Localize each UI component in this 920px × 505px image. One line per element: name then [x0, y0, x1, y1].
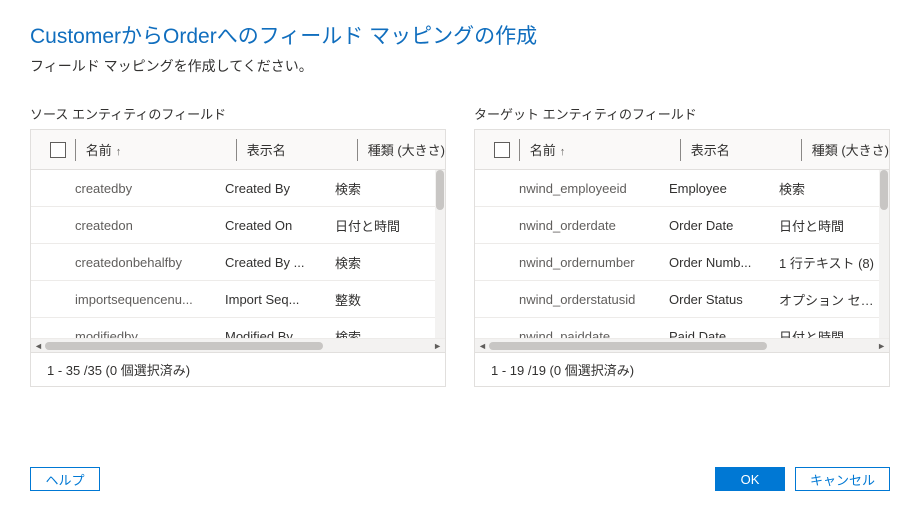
- target-grid-header: 名前↑ 表示名 種類 (大きさ): [475, 130, 889, 170]
- page-subtitle: フィールド マッピングを作成してください。: [30, 56, 890, 76]
- sort-asc-icon: ↑: [560, 146, 566, 158]
- table-row[interactable]: importsequencenu...Import Seq...整数: [31, 281, 445, 318]
- table-row[interactable]: modifiedbyModified By検索: [31, 318, 445, 338]
- page-title: CustomerからOrderへのフィールド マッピングの作成: [30, 20, 890, 50]
- help-button[interactable]: ヘルプ: [30, 467, 100, 491]
- table-row[interactable]: nwind_orderstatusidOrder Statusオプション セット: [475, 281, 889, 318]
- ok-button[interactable]: OK: [715, 467, 785, 491]
- target-grid: 名前↑ 表示名 種類 (大きさ) nwind_employeeidEmploye…: [474, 129, 890, 387]
- source-col-type[interactable]: 種類 (大きさ): [368, 140, 445, 159]
- table-row[interactable]: createdonbehalfbyCreated By ...検索: [31, 244, 445, 281]
- scroll-right-icon[interactable]: ►: [433, 341, 442, 351]
- source-grid-footer: 1 - 35 /35 (0 個選択済み): [31, 352, 445, 386]
- table-row[interactable]: nwind_ordernumberOrder Numb...1 行テキスト (8…: [475, 244, 889, 281]
- source-panel-label: ソース エンティティのフィールド: [30, 104, 446, 123]
- target-horizontal-scrollbar[interactable]: ◄ ►: [475, 338, 889, 352]
- sort-asc-icon: ↑: [116, 146, 122, 158]
- target-col-type[interactable]: 種類 (大きさ): [812, 140, 889, 159]
- table-row[interactable]: nwind_paiddatePaid Date日付と時間: [475, 318, 889, 338]
- source-grid: 名前↑ 表示名 種類 (大きさ) createdbyCreated By検索 c…: [30, 129, 446, 387]
- cancel-button[interactable]: キャンセル: [795, 467, 890, 491]
- table-row[interactable]: createdonCreated On日付と時間: [31, 207, 445, 244]
- source-panel: ソース エンティティのフィールド 名前↑ 表示名 種類 (大きさ) create…: [30, 104, 446, 387]
- source-grid-header: 名前↑ 表示名 種類 (大きさ): [31, 130, 445, 170]
- button-bar: ヘルプ OK キャンセル: [30, 467, 890, 491]
- table-row[interactable]: nwind_orderdateOrder Date日付と時間: [475, 207, 889, 244]
- target-vertical-scrollbar[interactable]: [879, 170, 889, 338]
- source-select-all-checkbox[interactable]: [50, 142, 66, 158]
- table-row[interactable]: createdbyCreated By検索: [31, 170, 445, 207]
- target-panel: ターゲット エンティティのフィールド 名前↑ 表示名 種類 (大きさ) nwin…: [474, 104, 890, 387]
- target-col-display[interactable]: 表示名: [691, 140, 730, 159]
- target-panel-label: ターゲット エンティティのフィールド: [474, 104, 890, 123]
- source-col-display[interactable]: 表示名: [247, 140, 286, 159]
- source-vertical-scrollbar[interactable]: [435, 170, 445, 338]
- target-grid-footer: 1 - 19 /19 (0 個選択済み): [475, 352, 889, 386]
- target-col-name[interactable]: 名前↑: [530, 140, 566, 159]
- source-grid-body: createdbyCreated By検索 createdonCreated O…: [31, 170, 445, 338]
- source-col-name[interactable]: 名前↑: [86, 140, 122, 159]
- table-row[interactable]: nwind_employeeidEmployee検索: [475, 170, 889, 207]
- scroll-right-icon[interactable]: ►: [877, 341, 886, 351]
- scroll-left-icon[interactable]: ◄: [478, 341, 487, 351]
- target-select-all-checkbox[interactable]: [494, 142, 510, 158]
- target-grid-body: nwind_employeeidEmployee検索 nwind_orderda…: [475, 170, 889, 338]
- scroll-left-icon[interactable]: ◄: [34, 341, 43, 351]
- source-horizontal-scrollbar[interactable]: ◄ ►: [31, 338, 445, 352]
